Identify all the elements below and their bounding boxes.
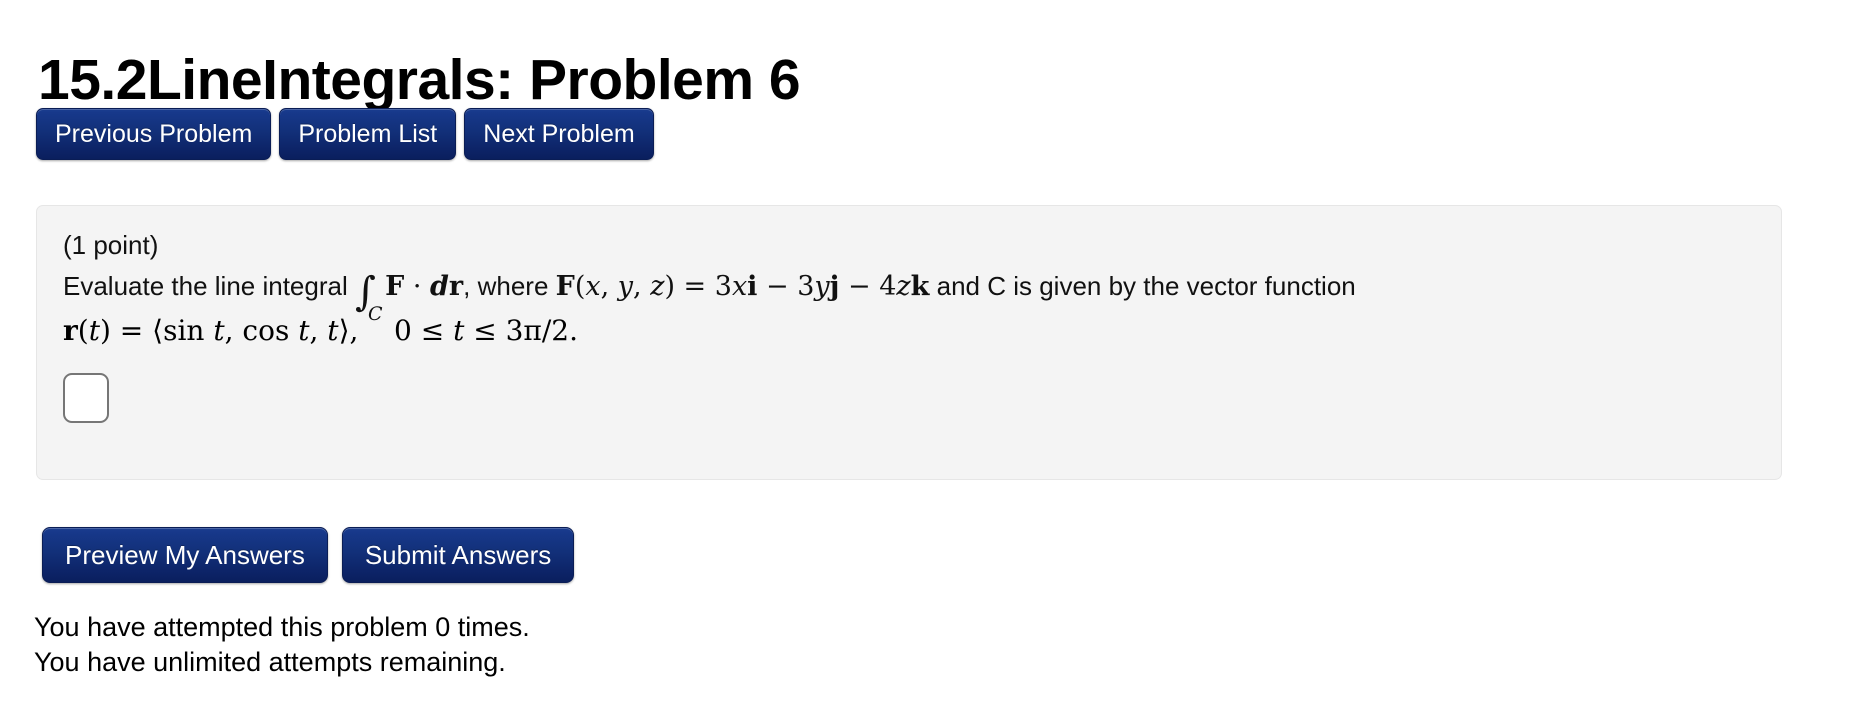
submit-answers-button[interactable]: Submit Answers: [341, 527, 575, 583]
integral-subscript-c: C: [367, 302, 383, 325]
prompt-middle-text: , where: [463, 271, 549, 302]
integral-symbol: ∫ C: [355, 272, 383, 323]
curve-parametrization: r(t) = ⟨sin t, cos t, t⟩, 0 ≤ t ≤ 3π/2.: [63, 313, 578, 347]
next-problem-button[interactable]: Next Problem: [464, 108, 654, 160]
previous-problem-button[interactable]: Previous Problem: [36, 108, 272, 160]
problem-list-button[interactable]: Problem List: [279, 108, 457, 160]
prompt-prefix-text: Evaluate the line integral: [63, 271, 348, 302]
problem-navigation-bar: Previous Problem Problem List Next Probl…: [36, 108, 654, 160]
page-title: 15.2LineIntegrals: Problem 6: [38, 48, 801, 113]
answer-input[interactable]: [63, 372, 109, 423]
attempts-remaining-text: You have unlimited attempts remaining.: [34, 646, 506, 677]
vector-field-definition: F(x, y, z) = 3xi − 3yj − 4zk: [555, 271, 930, 303]
point-value-label: (1 point): [63, 230, 159, 260]
problem-page: 15.2LineIntegrals: Problem 6 Previous Pr…: [0, 0, 1866, 710]
preview-my-answers-button[interactable]: Preview My Answers: [42, 527, 328, 583]
problem-statement-box: (1 point) Evaluate the line integral ∫ C…: [36, 205, 1782, 480]
answer-actions-bar: Preview My Answers Submit Answers: [42, 527, 575, 583]
problem-prompt: Evaluate the line integral ∫ C F · dr, w…: [63, 267, 1755, 323]
integrand-expression: F · dr: [385, 271, 464, 303]
attempts-count-text: You have attempted this problem 0 times.: [34, 612, 530, 642]
attempt-status: You have attempted this problem 0 times.…: [34, 610, 530, 679]
prompt-suffix-text: and C is given by the vector function: [936, 271, 1356, 302]
